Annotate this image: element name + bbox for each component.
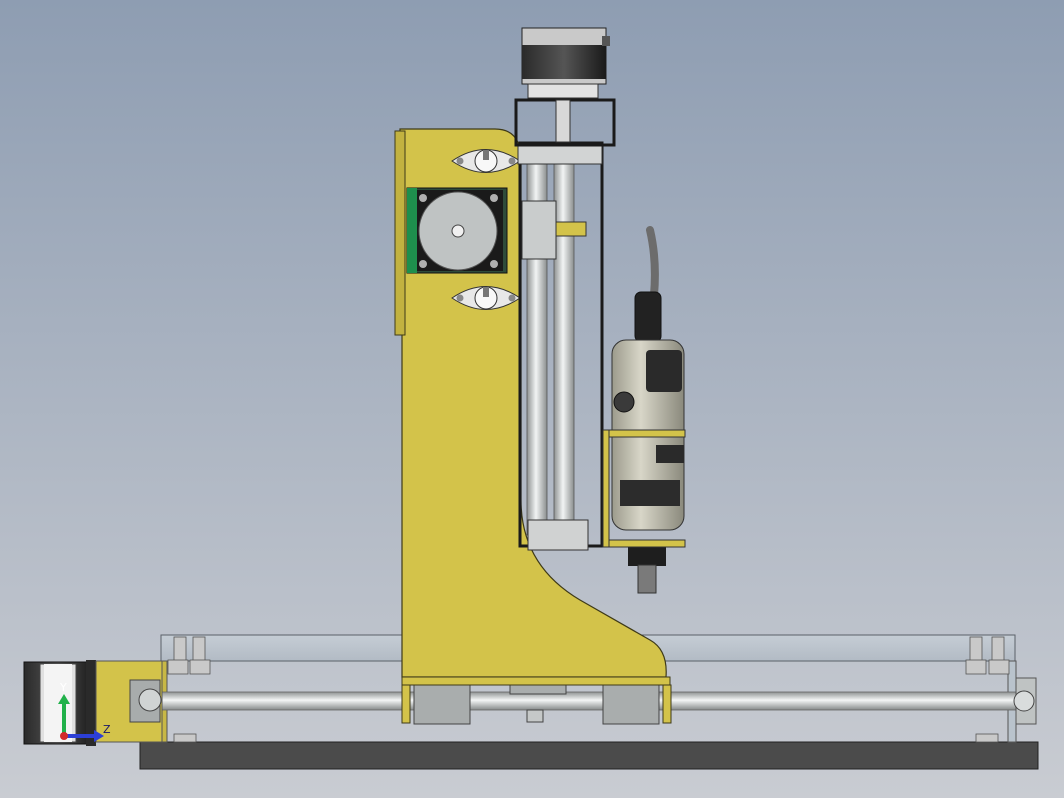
cad-viewport[interactable]: Y Z (0, 0, 1064, 798)
x-coupler (129, 679, 162, 723)
z-column-side (394, 130, 406, 336)
z-column-bottom-plate (401, 676, 671, 686)
rotary-tool[interactable] (611, 226, 685, 594)
z-bottom-clamp (527, 519, 589, 551)
carriage-leadnut (526, 709, 544, 723)
z-rail-right[interactable] (553, 159, 575, 536)
y-stepper-motor[interactable] (406, 187, 508, 274)
base-plate[interactable] (139, 741, 1039, 770)
z-carriage-block[interactable] (521, 200, 557, 260)
y-axis-label: Y (59, 681, 67, 694)
z-leadnut-bracket (555, 221, 587, 237)
x-axis-dot (60, 732, 68, 740)
z-top-clamp (517, 145, 603, 165)
z-column-foot-left (401, 684, 411, 724)
x-axis-rod[interactable] (149, 691, 1021, 711)
cnc-machine-model[interactable]: Y Z (0, 0, 1064, 798)
z-column-foot-right (662, 684, 672, 724)
right-rod-support (1013, 677, 1037, 725)
z-stepper-motor[interactable] (514, 27, 616, 147)
z-axis-label: Z (103, 723, 111, 736)
